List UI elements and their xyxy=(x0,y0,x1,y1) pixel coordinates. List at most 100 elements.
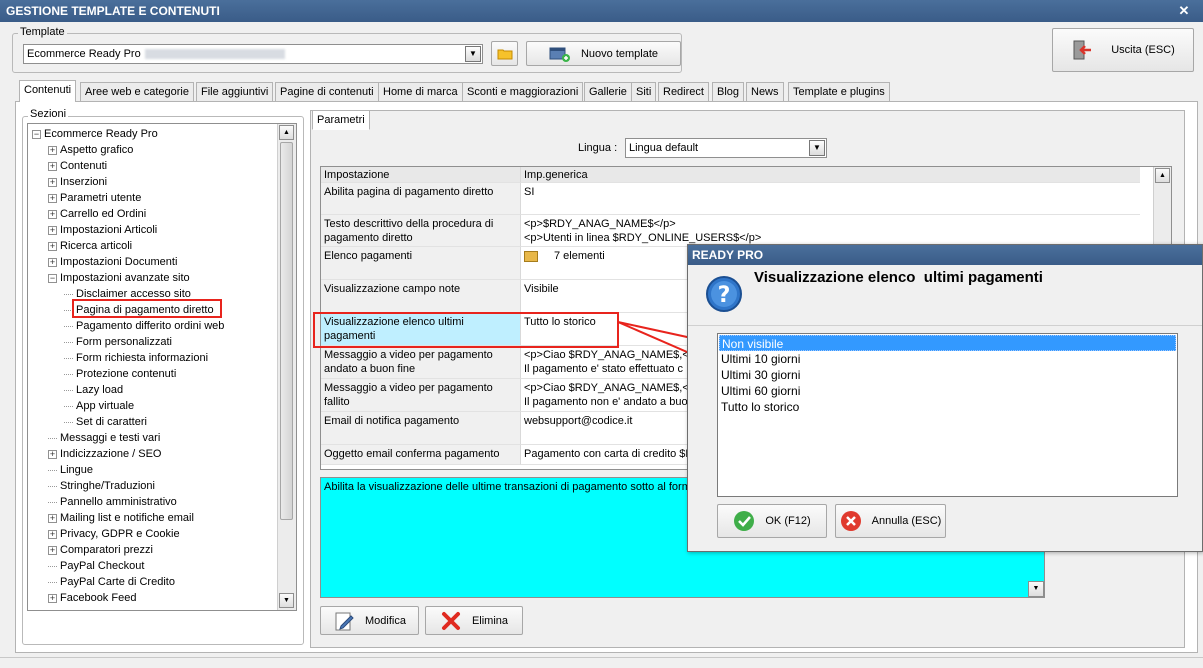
tab-redirect[interactable]: Redirect xyxy=(658,82,709,102)
tree-item[interactable]: + Mailing list e notifiche email xyxy=(48,510,194,526)
tab-parametri[interactable]: Parametri xyxy=(312,110,370,130)
tree-item[interactable]: + Aspetto grafico xyxy=(48,142,133,158)
scroll-up-icon[interactable]: ▲ xyxy=(279,125,294,140)
grid-row-key[interactable]: Messaggio a video per pagamento andato a… xyxy=(321,346,521,379)
cancel-button[interactable]: Annulla (ESC) xyxy=(835,504,946,538)
sections-tree[interactable]: − Ecommerce Ready Pro + Aspetto grafico + Co… xyxy=(27,123,297,611)
grid-row-key[interactable]: Messaggio a video per pagamento fallito xyxy=(321,379,521,412)
tree-item[interactable]: Messaggi e testi vari xyxy=(48,430,160,446)
modify-button[interactable]: Modifica xyxy=(320,606,419,635)
tree-root-label: Ecommerce Ready Pro xyxy=(44,128,158,140)
tree-item[interactable]: + Impostazioni Articoli xyxy=(48,222,157,238)
grid-row-key[interactable]: Testo descrittivo della procedura di pag… xyxy=(321,215,521,247)
ok-button[interactable]: OK (F12) xyxy=(717,504,827,538)
tree-root[interactable]: − Ecommerce Ready Pro xyxy=(32,126,158,142)
open-template-button[interactable] xyxy=(491,41,518,66)
tree-item[interactable]: PayPal Carte di Credito xyxy=(48,574,175,590)
tab-sconti[interactable]: Sconti e maggiorazioni xyxy=(462,82,584,102)
expand-icon[interactable]: + xyxy=(48,177,57,187)
tab-pagine-contenuti[interactable]: Pagine di contenuti xyxy=(275,82,379,102)
exit-button[interactable]: Uscita (ESC) xyxy=(1052,28,1194,72)
tree-item[interactable]: App virtuale xyxy=(64,398,134,414)
option-item[interactable]: Ultimi 60 giorni xyxy=(719,383,1176,399)
expand-icon[interactable]: + xyxy=(48,225,57,235)
tree-item[interactable]: + Indicizzazione / SEO xyxy=(48,446,162,462)
expand-icon[interactable]: + xyxy=(48,449,57,459)
delete-button[interactable]: Elimina xyxy=(425,606,523,635)
collapse-icon[interactable]: − xyxy=(48,273,57,283)
expand-icon[interactable]: + xyxy=(48,241,57,251)
tab-home-marca[interactable]: Home di marca xyxy=(378,82,463,102)
desc-scroll-down-icon[interactable]: ▼ xyxy=(1028,581,1044,597)
tree-item[interactable]: + Contenuti xyxy=(48,158,107,174)
tree-item[interactable]: Form personalizzati xyxy=(64,334,172,350)
scroll-thumb[interactable] xyxy=(280,142,293,520)
expand-icon[interactable]: + xyxy=(48,513,57,523)
tree-item[interactable]: + Inserzioni xyxy=(48,174,107,190)
grid-row-key[interactable]: Abilita pagina di pagamento diretto xyxy=(321,183,521,215)
tree-item-label: Contenuti xyxy=(60,160,108,172)
expand-icon[interactable]: + xyxy=(48,145,57,155)
tab-siti[interactable]: Siti xyxy=(631,82,657,102)
tab-file-aggiuntivi[interactable]: File aggiuntivi xyxy=(196,82,274,102)
tree-item[interactable]: + Impostazioni Documenti xyxy=(48,254,177,270)
tab-news[interactable]: News xyxy=(746,82,784,102)
grid-row-value-text: 7 elementi xyxy=(554,250,605,262)
lingua-combo[interactable]: Lingua default ▼ xyxy=(625,138,827,158)
tab-gallerie[interactable]: Gallerie xyxy=(584,82,632,102)
expand-icon[interactable]: + xyxy=(48,593,57,603)
tree-item-label: PayPal Carte di Credito xyxy=(60,576,175,588)
grid-row-key[interactable]: Oggetto email conferma pagamento xyxy=(321,445,521,465)
chevron-down-icon[interactable]: ▼ xyxy=(465,46,481,62)
tree-scrollbar[interactable]: ▲ ▼ xyxy=(277,124,296,610)
expand-icon[interactable]: + xyxy=(48,257,57,267)
new-template-button[interactable]: Nuovo template xyxy=(526,41,681,66)
tab-aree-web[interactable]: Aree web e categorie xyxy=(80,82,194,102)
expand-icon[interactable]: + xyxy=(48,161,57,171)
tree-item-label: PayPal Checkout xyxy=(60,560,145,572)
tree-item[interactable]: + Carrello ed Ordini xyxy=(48,206,146,222)
options-listbox[interactable]: Non visibile Ultimi 10 giorni Ultimi 30 gi… xyxy=(717,333,1178,497)
option-item[interactable]: Ultimi 10 giorni xyxy=(719,351,1176,367)
expand-icon[interactable]: + xyxy=(48,545,57,555)
tree-item[interactable]: Lazy load xyxy=(64,382,123,398)
grid-row-value[interactable]: SI xyxy=(521,183,1140,215)
chevron-down-icon[interactable]: ▼ xyxy=(809,140,825,156)
tree-item-label: Mailing list e notifiche email xyxy=(60,512,194,524)
tree-item[interactable]: Form richiesta informazioni xyxy=(64,350,208,366)
scroll-up-icon[interactable]: ▲ xyxy=(1155,168,1170,183)
tab-template-plugins[interactable]: Template e plugins xyxy=(788,82,890,102)
tree-item[interactable]: + Privacy, GDPR e Cookie xyxy=(48,526,180,542)
option-item[interactable]: Tutto lo storico xyxy=(719,399,1176,415)
tree-item[interactable]: Set di caratteri xyxy=(64,414,147,430)
tree-item[interactable]: − Impostazioni avanzate sito xyxy=(48,270,190,286)
tree-connector xyxy=(64,421,73,423)
tab-contenuti[interactable]: Contenuti xyxy=(19,80,77,102)
close-icon[interactable]: ✕ xyxy=(1177,0,1191,22)
grid-row-value[interactable]: <p>$RDY_ANAG_NAME$</p> <p>Utenti in line… xyxy=(521,215,1140,247)
blurred-url xyxy=(144,49,285,60)
expand-icon[interactable]: + xyxy=(48,193,57,203)
tree-item[interactable]: Protezione contenuti xyxy=(64,366,176,382)
tree-item[interactable]: Stringhe/Traduzioni xyxy=(48,478,155,494)
tree-item[interactable]: + Ricerca articoli xyxy=(48,238,132,254)
expand-icon[interactable]: + xyxy=(48,529,57,539)
expand-icon[interactable]: + xyxy=(48,209,57,219)
tree-item[interactable]: + Parametri utente xyxy=(48,190,141,206)
option-item[interactable]: Non visibile xyxy=(719,335,1176,351)
tab-blog[interactable]: Blog xyxy=(712,82,745,102)
template-combo[interactable]: Ecommerce Ready Pro ▼ xyxy=(23,44,483,64)
scroll-down-icon[interactable]: ▼ xyxy=(279,593,294,608)
tree-item[interactable]: Pagamento differito ordini web xyxy=(64,318,224,334)
tree-item[interactable]: Lingue xyxy=(48,462,93,478)
tree-item[interactable]: + Facebook Feed xyxy=(48,590,136,606)
collapse-icon[interactable]: − xyxy=(32,129,41,139)
grid-row-key[interactable]: Visualizzazione campo note xyxy=(321,280,521,313)
grid-header-key: Impostazione xyxy=(321,167,521,183)
grid-row-key[interactable]: Elenco pagamenti xyxy=(321,247,521,280)
grid-row-key[interactable]: Email di notifica pagamento xyxy=(321,412,521,445)
tree-item[interactable]: PayPal Checkout xyxy=(48,558,144,574)
tree-item[interactable]: Pannello amministrativo xyxy=(48,494,177,510)
tree-item[interactable]: + Comparatori prezzi xyxy=(48,542,153,558)
option-item[interactable]: Ultimi 30 giorni xyxy=(719,367,1176,383)
